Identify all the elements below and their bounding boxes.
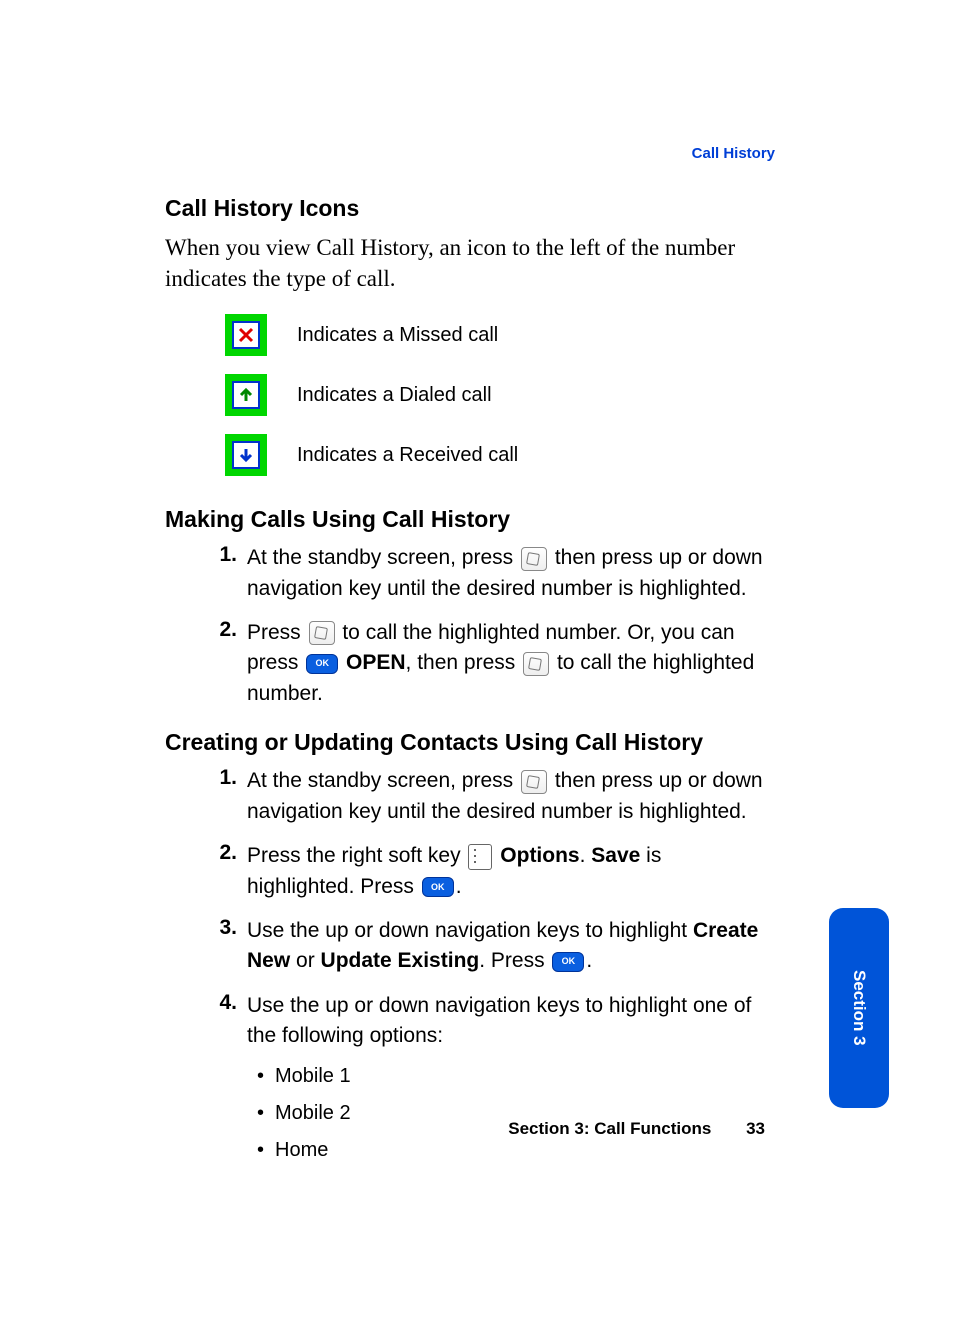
section-tab-label: Section 3 (849, 970, 869, 1046)
step-text: Press the right soft key Options. Save i… (247, 841, 765, 902)
icon-legend-table: Indicates a Missed call Indicates a Dial… (225, 314, 765, 476)
step-text: Use the up or down navigation keys to hi… (247, 916, 765, 977)
step-text: At the standby screen, press then press … (247, 766, 765, 827)
send-key-icon (521, 770, 547, 794)
send-key-icon (521, 547, 547, 571)
received-call-label: Indicates a Received call (297, 444, 518, 467)
step-number: 2. (203, 618, 237, 642)
right-soft-key-icon (468, 844, 492, 870)
icon-row-missed: Indicates a Missed call (225, 314, 765, 356)
missed-call-icon (225, 314, 267, 356)
creating-contacts-steps: 1. At the standby screen, press then pre… (165, 766, 765, 1173)
received-call-icon (225, 434, 267, 476)
send-key-icon (523, 652, 549, 676)
missed-call-label: Indicates a Missed call (297, 324, 498, 347)
dialed-call-label: Indicates a Dialed call (297, 384, 492, 407)
page-number: 33 (746, 1119, 765, 1138)
options-list: Mobile 1 Mobile 2 Home (247, 1062, 765, 1165)
intro-paragraph: When you view Call History, an icon to t… (165, 232, 765, 294)
section-tab: Section 3 (829, 908, 889, 1108)
step-text: Press to call the highlighted number. Or… (247, 618, 765, 709)
page-footer: Section 3: Call Functions 33 (165, 1119, 765, 1139)
step-number: 3. (203, 916, 237, 940)
heading-making-calls: Making Calls Using Call History (165, 506, 765, 533)
list-item: Home (275, 1136, 765, 1165)
heading-creating-updating: Creating or Updating Contacts Using Call… (165, 729, 765, 756)
list-item: Mobile 1 (275, 1062, 765, 1091)
icon-row-received: Indicates a Received call (225, 434, 765, 476)
send-key-icon (309, 621, 335, 645)
ok-key-icon: OK (422, 877, 454, 897)
footer-section: Section 3: Call Functions (508, 1119, 711, 1138)
making-calls-steps: 1. At the standby screen, press then pre… (165, 543, 765, 709)
step-text: Use the up or down navigation keys to hi… (247, 991, 765, 1173)
header-section-link: Call History (692, 145, 775, 162)
step-number: 1. (203, 766, 237, 790)
ok-key-icon: OK (306, 654, 338, 674)
step-number: 2. (203, 841, 237, 865)
ok-key-icon: OK (552, 952, 584, 972)
step-text: At the standby screen, press then press … (247, 543, 765, 604)
dialed-call-icon (225, 374, 267, 416)
step-number: 1. (203, 543, 237, 567)
step-number: 4. (203, 991, 237, 1015)
icon-row-dialed: Indicates a Dialed call (225, 374, 765, 416)
heading-call-history-icons: Call History Icons (165, 195, 765, 222)
